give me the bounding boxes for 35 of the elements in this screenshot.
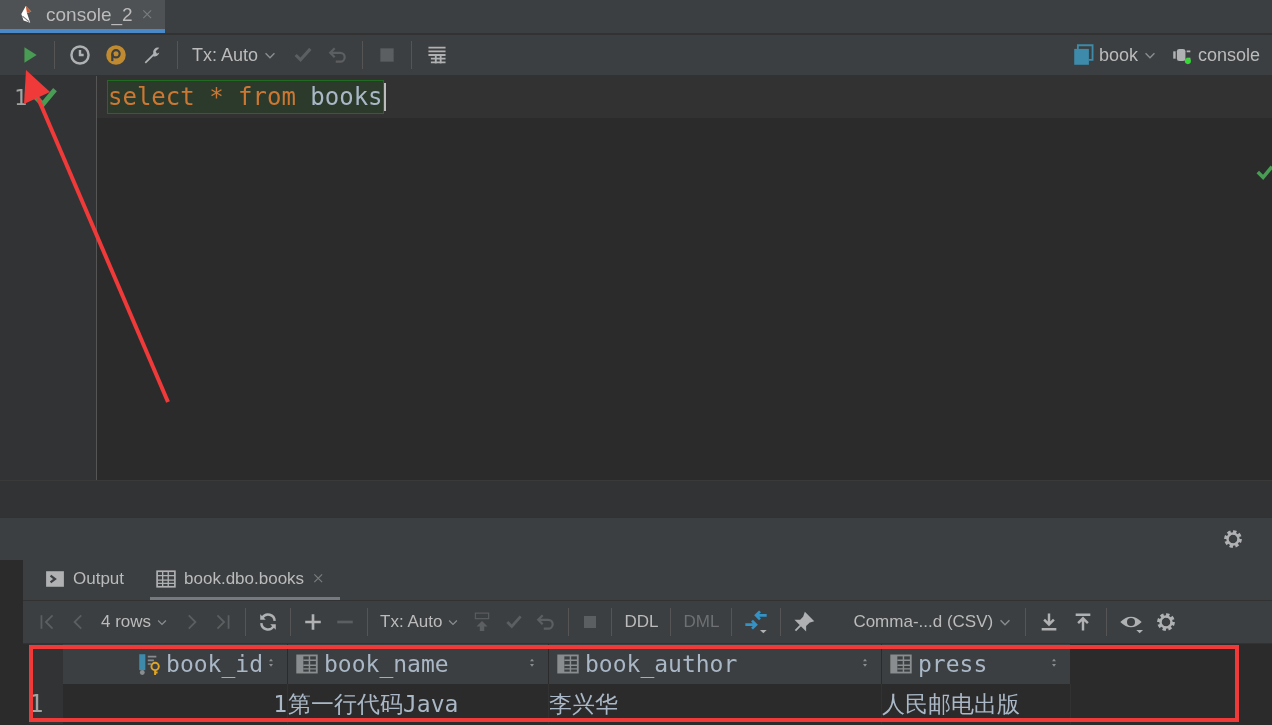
table-icon <box>156 568 177 589</box>
result-tab[interactable]: book.dbo.books <box>150 560 341 600</box>
table-cell: 1 <box>63 684 288 724</box>
settings-icon[interactable] <box>1222 528 1244 550</box>
column-icon <box>557 653 579 675</box>
table-list-icon[interactable] <box>426 44 449 66</box>
check-icon <box>1256 164 1272 180</box>
undo-icon[interactable] <box>536 612 557 632</box>
toolbar-button[interactable]: DDL <box>624 612 659 632</box>
sql-statement: select * from books <box>107 80 384 114</box>
session-dropdown[interactable]: console <box>1171 44 1260 66</box>
transaction-dropdown[interactable]: Tx: Auto <box>380 612 461 632</box>
key-column-icon <box>138 653 161 675</box>
pin-icon[interactable] <box>793 611 816 633</box>
column-icon <box>296 653 318 675</box>
format-dropdown[interactable]: Comma-...d (CSV) <box>853 612 1014 632</box>
console-icon <box>45 568 65 589</box>
history-icon[interactable] <box>69 44 91 66</box>
p-badge-icon[interactable] <box>105 44 127 66</box>
refresh-icon[interactable] <box>258 612 279 632</box>
table-cell: 李兴华 <box>548 684 882 724</box>
editor-tab[interactable]: console_2 <box>0 0 165 33</box>
database-icon <box>1072 44 1095 66</box>
add-row-icon[interactable] <box>303 612 324 632</box>
transaction-dropdown[interactable]: Tx: Auto <box>192 44 279 66</box>
table-cell: 第一行代码Java <box>287 684 549 724</box>
undo-icon[interactable] <box>328 45 349 65</box>
column-icon <box>890 653 912 675</box>
settings-icon[interactable] <box>1155 611 1178 633</box>
result-tab[interactable]: Output <box>39 560 139 600</box>
column-header[interactable]: book_id <box>63 644 288 684</box>
datasource-dropdown[interactable]: book <box>1072 44 1158 66</box>
rows-dropdown[interactable]: 4 rows <box>101 612 170 632</box>
table-cell: 人民邮电出版 <box>881 684 1071 724</box>
arrows-icon[interactable] <box>744 610 769 634</box>
